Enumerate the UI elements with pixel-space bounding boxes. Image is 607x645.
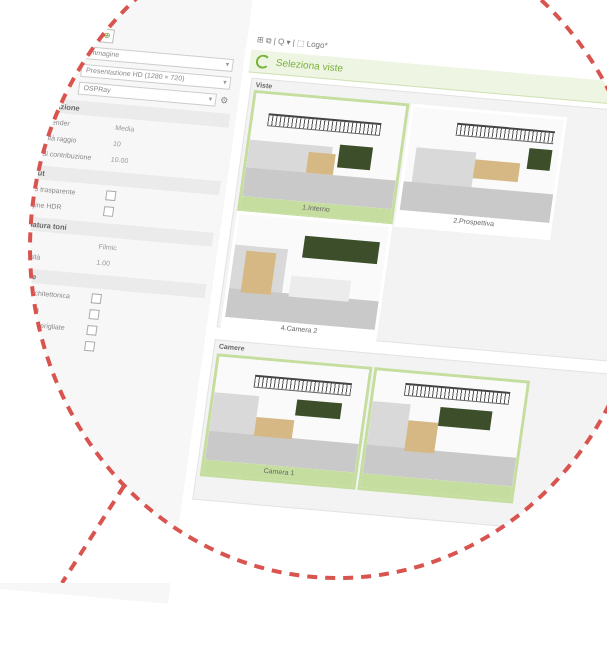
- view-toolbar[interactable]: ⊞ ⧉ | Q ▾ | ⬚ Logo*: [256, 35, 328, 51]
- zoomed-screenshot: ▣ ✎ ⊕ Immagine Risoluzione Presentazione…: [0, 0, 607, 645]
- camera-preview: [205, 356, 370, 473]
- view-preview: [399, 106, 564, 224]
- collapse-icon[interactable]: −: [5, 164, 18, 176]
- checkbox[interactable]: [90, 293, 103, 305]
- view-thumb-camera-2[interactable]: 4.Camera 2: [219, 210, 393, 348]
- collapse-icon[interactable]: −: [15, 97, 27, 109]
- checkbox[interactable]: [88, 309, 100, 320]
- gear-icon[interactable]: ⚙: [219, 95, 228, 107]
- add-icon[interactable]: ⊕: [99, 28, 115, 44]
- checkbox[interactable]: [105, 190, 117, 202]
- view-preview: [242, 93, 407, 210]
- settings-toolbar: ▣ ✎ ⊕: [63, 25, 115, 44]
- view-thumb-interior[interactable]: 1.Interno: [236, 89, 410, 227]
- edit-icon[interactable]: ✎: [81, 26, 98, 42]
- views-title: Seleziona viste: [275, 57, 344, 75]
- view-preview: [225, 213, 390, 331]
- camera-thumb-2[interactable]: [357, 367, 531, 504]
- render-icon[interactable]: ▣: [63, 25, 80, 41]
- checkbox[interactable]: [83, 340, 96, 352]
- checkbox[interactable]: [102, 206, 115, 217]
- render-dialog: ▣ ✎ ⊕ Immagine Risoluzione Presentazione…: [0, 0, 607, 645]
- refresh-icon: [254, 54, 271, 70]
- collapse-icon[interactable]: −: [0, 216, 10, 227]
- checkbox[interactable]: [86, 324, 98, 336]
- view-thumb-perspective[interactable]: 2.Prospettiva: [394, 103, 568, 241]
- camera-preview: [362, 370, 527, 487]
- camera-thumb-1[interactable]: Camera 1: [199, 353, 373, 490]
- collapse-icon[interactable]: −: [0, 267, 3, 279]
